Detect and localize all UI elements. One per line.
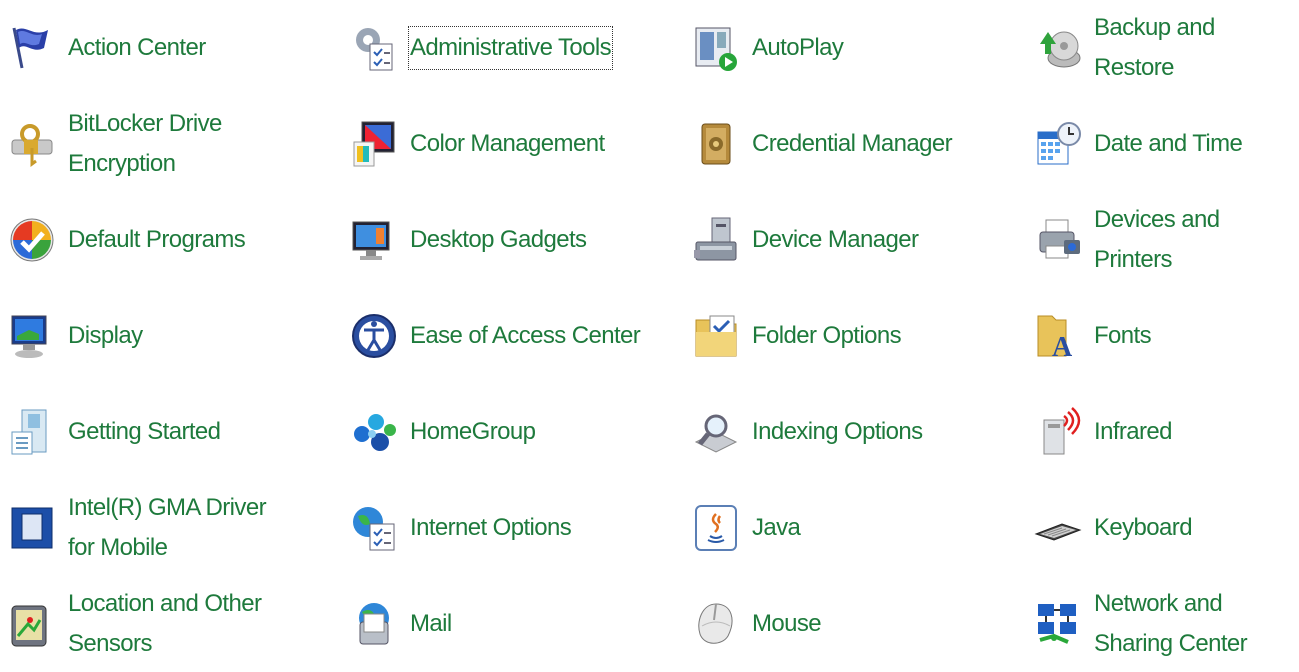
admin-tools-icon	[350, 24, 398, 72]
item-device-manager[interactable]: Device Manager	[684, 192, 1026, 288]
item-getting-started[interactable]: Getting Started	[0, 384, 342, 480]
item-network-sharing[interactable]: Network and Sharing Center	[1026, 576, 1299, 672]
item-label: Indexing Options	[752, 418, 923, 445]
network-icon	[1034, 600, 1082, 648]
item-label: Infrared	[1094, 418, 1173, 445]
item-label: Date and Time	[1094, 130, 1243, 157]
item-folder-options[interactable]: Folder Options	[684, 288, 1026, 384]
item-label: Network and Sharing Center	[1094, 590, 1248, 657]
homegroup-icon	[350, 408, 398, 456]
item-ease-of-access[interactable]: Ease of Access Center	[342, 288, 684, 384]
item-label: Display	[68, 322, 143, 349]
item-label: Mail	[410, 610, 452, 637]
item-desktop-gadgets[interactable]: Desktop Gadgets	[342, 192, 684, 288]
fonts-icon: A	[1034, 312, 1082, 363]
item-java[interactable]: Java	[684, 480, 1026, 576]
mouse-icon	[692, 600, 740, 648]
default-programs-icon	[8, 216, 56, 264]
item-mouse[interactable]: Mouse	[684, 576, 1026, 672]
getting-started-icon	[8, 408, 56, 456]
calendar-clock-icon	[1034, 120, 1082, 168]
internet-options-icon	[350, 504, 398, 552]
item-default-programs[interactable]: Default Programs	[0, 192, 342, 288]
item-infrared[interactable]: Infrared	[1026, 384, 1299, 480]
indexing-icon	[692, 408, 740, 456]
item-label: Getting Started	[68, 418, 221, 445]
item-label: Desktop Gadgets	[410, 226, 587, 253]
item-label: Location and Other Sensors	[68, 590, 262, 657]
item-display[interactable]: Display	[0, 288, 342, 384]
item-credential-manager[interactable]: Credential Manager	[684, 96, 1026, 192]
item-label: Device Manager	[752, 226, 919, 253]
item-label: AutoPlay	[752, 34, 844, 61]
gadgets-icon	[350, 216, 398, 264]
item-intel-gma-driver[interactable]: Intel(R) GMA Driver for Mobile	[0, 480, 342, 576]
item-autoplay[interactable]: AutoPlay	[684, 0, 1026, 96]
folder-options-icon	[692, 312, 740, 360]
location-sensors-icon	[8, 600, 56, 648]
java-icon	[692, 504, 740, 552]
item-label: Devices and Printers	[1094, 206, 1220, 273]
item-label: Keyboard	[1094, 514, 1193, 541]
item-label: Ease of Access Center	[410, 322, 641, 349]
keyboard-icon	[1034, 504, 1082, 552]
item-backup-restore[interactable]: Backup and Restore	[1026, 0, 1299, 96]
item-homegroup[interactable]: HomeGroup	[342, 384, 684, 480]
backup-icon	[1034, 24, 1082, 72]
item-label: Administrative Tools	[408, 26, 613, 70]
svg-text:A: A	[1052, 332, 1073, 363]
item-administrative-tools[interactable]: Administrative Tools	[342, 0, 684, 96]
item-fonts[interactable]: A Fonts	[1026, 288, 1299, 384]
intel-gma-icon	[8, 504, 56, 552]
bitlocker-icon	[8, 120, 56, 168]
ease-of-access-icon	[350, 312, 398, 360]
item-internet-options[interactable]: Internet Options	[342, 480, 684, 576]
item-location-sensors[interactable]: Location and Other Sensors	[0, 576, 342, 672]
item-indexing-options[interactable]: Indexing Options	[684, 384, 1026, 480]
item-mail[interactable]: Mail	[342, 576, 684, 672]
printer-icon	[1034, 216, 1082, 264]
item-date-time[interactable]: Date and Time	[1026, 96, 1299, 192]
item-color-management[interactable]: Color Management	[342, 96, 684, 192]
item-action-center[interactable]: Action Center	[0, 0, 342, 96]
item-label: BitLocker Drive Encryption	[68, 110, 222, 177]
item-label: Folder Options	[752, 322, 902, 349]
mail-icon	[350, 600, 398, 648]
item-label: Credential Manager	[752, 130, 953, 157]
autoplay-icon	[692, 24, 740, 72]
item-label: Backup and Restore	[1094, 14, 1215, 81]
item-label: Color Management	[410, 130, 605, 157]
item-keyboard[interactable]: Keyboard	[1026, 480, 1299, 576]
control-panel-grid: Action Center Administrative Tools AutoP…	[0, 0, 1299, 657]
item-bitlocker[interactable]: BitLocker Drive Encryption	[0, 96, 342, 192]
item-label: HomeGroup	[410, 418, 536, 445]
vault-icon	[692, 120, 740, 168]
item-devices-printers[interactable]: Devices and Printers	[1026, 192, 1299, 288]
flag-icon	[8, 24, 56, 72]
item-label: Mouse	[752, 610, 822, 637]
infrared-icon	[1034, 407, 1082, 456]
color-management-icon	[350, 120, 398, 168]
item-label: Action Center	[68, 34, 206, 61]
display-icon	[8, 312, 56, 360]
item-label: Intel(R) GMA Driver for Mobile	[68, 494, 267, 561]
device-manager-icon	[692, 216, 740, 264]
item-label: Fonts	[1094, 322, 1152, 349]
item-label: Default Programs	[68, 226, 246, 253]
item-label: Internet Options	[410, 514, 572, 541]
item-label: Java	[752, 514, 801, 541]
